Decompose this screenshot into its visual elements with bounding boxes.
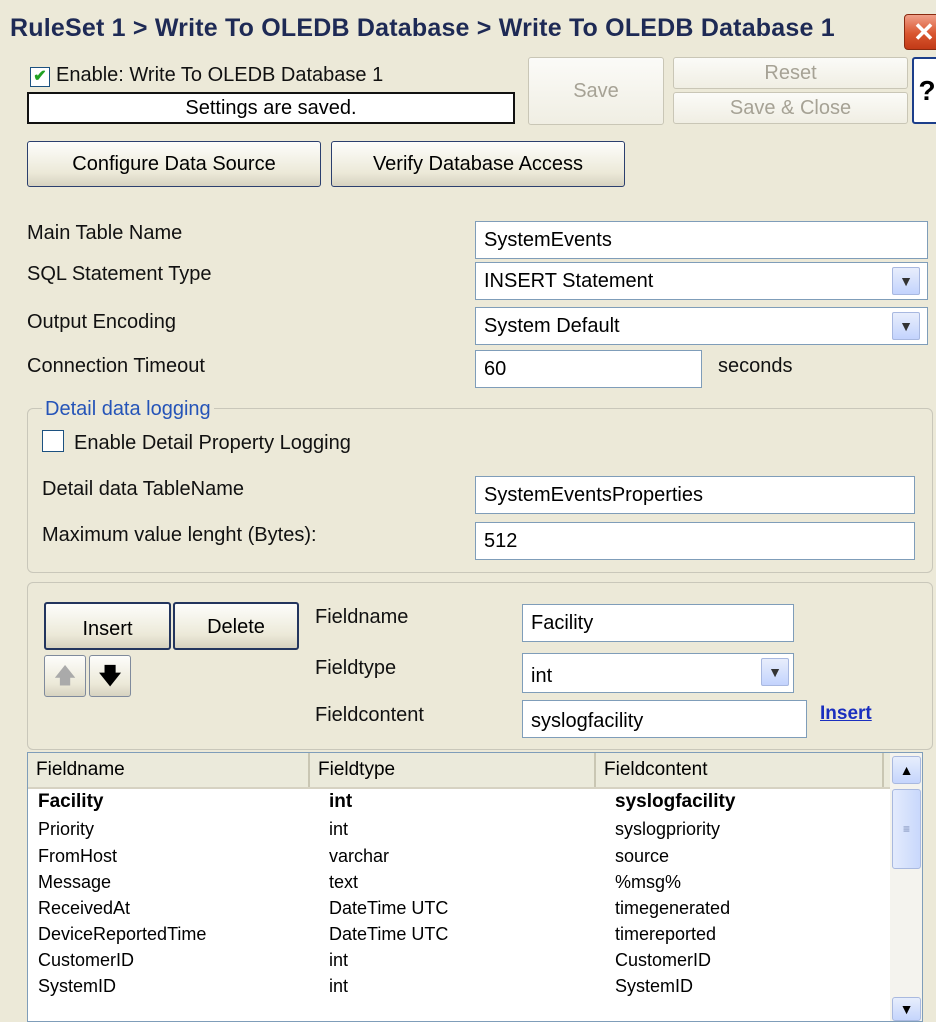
cell-fieldcontent: timereported bbox=[615, 924, 717, 944]
column-header-fieldcontent[interactable]: Fieldcontent bbox=[596, 753, 884, 787]
table-row[interactable]: Message text %msg% bbox=[28, 870, 890, 894]
enable-label: Enable: Write To OLEDB Database 1 bbox=[56, 64, 384, 86]
cell-fieldname: CustomerID bbox=[38, 950, 135, 970]
verify-database-access-button[interactable]: Verify Database Access bbox=[331, 141, 625, 187]
configure-data-source-button[interactable]: Configure Data Source bbox=[27, 141, 321, 187]
detail-logging-legend: Detail data logging bbox=[42, 398, 214, 421]
cell-fieldcontent: CustomerID bbox=[615, 950, 712, 970]
chevron-down-icon[interactable]: ▼ bbox=[761, 658, 789, 686]
column-header-fieldname[interactable]: Fieldname bbox=[28, 753, 310, 787]
max-length-label: Maximum value lenght (Bytes): bbox=[42, 524, 317, 546]
reset-button[interactable]: Reset bbox=[673, 57, 908, 89]
encoding-label: Output Encoding bbox=[27, 311, 176, 333]
table-row[interactable]: ReceivedAt DateTime UTC timegenerated bbox=[28, 896, 890, 920]
scroll-thumb[interactable]: ≡ bbox=[892, 789, 921, 869]
fieldtype-label: Fieldtype bbox=[315, 657, 397, 679]
arrow-up-icon[interactable]: 🡅 bbox=[44, 655, 86, 697]
delete-field-button[interactable]: Delete bbox=[173, 602, 299, 650]
cell-fieldname: Message bbox=[38, 872, 112, 892]
fieldname-label: Fieldname bbox=[315, 606, 409, 628]
cell-fieldtype: int bbox=[329, 976, 349, 996]
detail-logging-enable-label: Enable Detail Property Logging bbox=[74, 432, 351, 454]
timeout-unit: seconds bbox=[718, 355, 793, 377]
detail-table-label: Detail data TableName bbox=[42, 478, 244, 500]
cell-fieldname: SystemID bbox=[38, 976, 117, 996]
chevron-down-icon[interactable]: ▼ bbox=[892, 267, 920, 295]
cell-fieldcontent: syslogpriority bbox=[615, 819, 721, 839]
window-title: RuleSet 1 > Write To OLEDB Database > Wr… bbox=[10, 14, 835, 42]
fields-table[interactable]: Fieldname Fieldtype Fieldcontent Facilit… bbox=[27, 752, 923, 1022]
fieldtype-select[interactable]: int bbox=[522, 653, 794, 693]
sql-type-label: SQL Statement Type bbox=[27, 263, 212, 285]
table-header: Fieldname Fieldtype Fieldcontent bbox=[28, 753, 890, 789]
timeout-label: Connection Timeout bbox=[27, 355, 205, 377]
insert-field-button[interactable]: Insert bbox=[44, 602, 171, 650]
table-row[interactable]: Priority int syslogpriority bbox=[28, 817, 890, 841]
cell-fieldcontent: timegenerated bbox=[615, 898, 731, 918]
timeout-input[interactable]: 60 bbox=[475, 350, 702, 388]
cell-fieldtype: text bbox=[329, 872, 359, 892]
table-row[interactable]: CustomerID int CustomerID bbox=[28, 948, 890, 972]
detail-table-input[interactable]: SystemEventsProperties bbox=[475, 476, 915, 514]
save-button[interactable]: Save bbox=[528, 57, 664, 125]
encoding-value: System Default bbox=[484, 315, 620, 337]
cell-fieldtype: int bbox=[329, 819, 349, 839]
cell-fieldname: ReceivedAt bbox=[38, 898, 131, 918]
close-icon[interactable]: ✕ bbox=[904, 14, 936, 50]
table-row[interactable]: SystemID int SystemID bbox=[28, 974, 890, 998]
main-table-label: Main Table Name bbox=[27, 222, 183, 244]
table-row[interactable]: FromHost varchar source bbox=[28, 844, 890, 868]
vertical-scrollbar[interactable]: ▲ ≡ ▼ bbox=[890, 753, 922, 1021]
cell-fieldname: FromHost bbox=[38, 846, 118, 866]
cell-fieldname: Priority bbox=[38, 819, 95, 839]
status-message: Settings are saved. bbox=[27, 92, 515, 124]
cell-fieldtype: DateTime UTC bbox=[329, 898, 449, 918]
table-row[interactable]: DeviceReportedTime DateTime UTC timerepo… bbox=[28, 922, 890, 946]
scroll-down-icon[interactable]: ▼ bbox=[892, 997, 921, 1021]
sql-type-value: INSERT Statement bbox=[484, 270, 654, 292]
fieldcontent-label: Fieldcontent bbox=[315, 704, 424, 726]
cell-fieldtype: int bbox=[329, 791, 353, 812]
chevron-down-icon[interactable]: ▼ bbox=[892, 312, 920, 340]
cell-fieldtype: DateTime UTC bbox=[329, 924, 449, 944]
enable-checkbox[interactable]: ✔ bbox=[30, 67, 50, 87]
cell-fieldname: DeviceReportedTime bbox=[38, 924, 207, 944]
fieldcontent-input[interactable]: syslogfacility bbox=[522, 700, 807, 738]
fieldname-input[interactable]: Facility bbox=[522, 604, 794, 642]
max-length-input[interactable]: 512 bbox=[475, 522, 915, 560]
main-table-input[interactable]: SystemEvents bbox=[475, 221, 928, 259]
cell-fieldcontent: SystemID bbox=[615, 976, 694, 996]
cell-fieldcontent: source bbox=[615, 846, 670, 866]
detail-logging-checkbox[interactable] bbox=[42, 430, 64, 452]
cell-fieldtype: varchar bbox=[329, 846, 390, 866]
cell-fieldcontent: syslogfacility bbox=[615, 791, 736, 812]
arrow-down-icon[interactable]: 🡇 bbox=[89, 655, 131, 697]
column-header-fieldtype[interactable]: Fieldtype bbox=[310, 753, 596, 787]
encoding-select[interactable]: System Default bbox=[475, 307, 928, 345]
sql-type-select[interactable]: INSERT Statement bbox=[475, 262, 928, 300]
table-row[interactable]: Facility int syslogfacility bbox=[28, 790, 890, 814]
cell-fieldtype: int bbox=[329, 950, 349, 970]
fieldtype-value: int bbox=[531, 665, 553, 687]
scroll-up-icon[interactable]: ▲ bbox=[892, 756, 921, 784]
cell-fieldcontent: %msg% bbox=[615, 872, 682, 892]
insert-variable-link[interactable]: Insert bbox=[820, 703, 872, 725]
help-button[interactable]: ? bbox=[912, 57, 936, 124]
save-close-button[interactable]: Save & Close bbox=[673, 92, 908, 124]
cell-fieldname: Facility bbox=[38, 791, 104, 812]
